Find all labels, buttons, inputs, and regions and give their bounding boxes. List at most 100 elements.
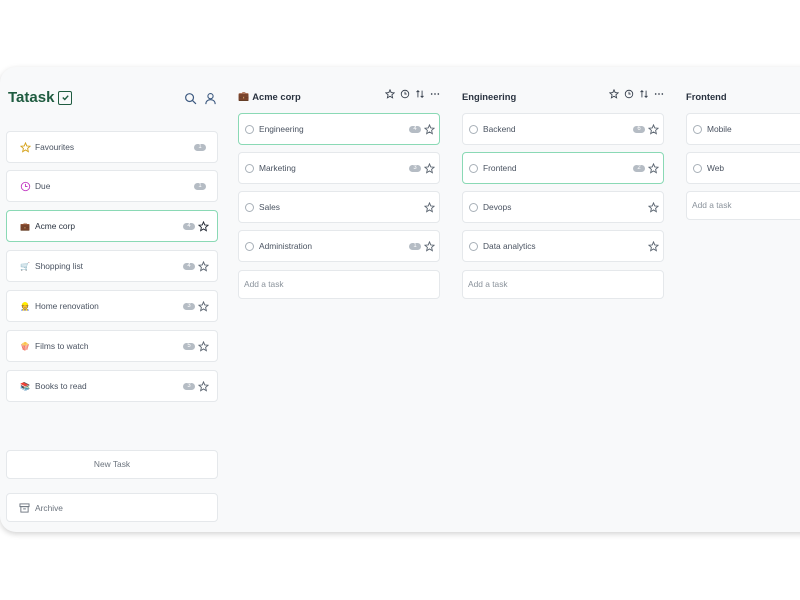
archive-button[interactable]: Archive bbox=[6, 493, 218, 522]
task-item[interactable]: Backend 6 bbox=[462, 113, 664, 145]
count-badge: 3 bbox=[183, 382, 195, 390]
column-title: Frontend bbox=[686, 91, 727, 102]
user-icon[interactable] bbox=[204, 92, 217, 105]
task-label: Devops bbox=[483, 202, 512, 212]
add-task-input[interactable]: Add a task bbox=[686, 191, 800, 220]
star-icon[interactable] bbox=[648, 123, 659, 135]
count-badge: 1 bbox=[409, 242, 421, 250]
task-checkbox[interactable] bbox=[693, 163, 702, 173]
task-label: Administration bbox=[259, 241, 313, 251]
column-title: 💼 Acme corp bbox=[238, 91, 301, 102]
sidebar-item-label: Acme corp bbox=[35, 221, 76, 231]
task-checkbox[interactable] bbox=[245, 124, 254, 134]
count-badge: 5 bbox=[183, 342, 195, 350]
clock-icon[interactable] bbox=[400, 89, 410, 99]
briefcase-emoji-icon: 💼 bbox=[20, 221, 30, 231]
sidebar-item-films-to-watch[interactable]: 🍿 Films to watch 5 bbox=[6, 330, 218, 362]
clock-icon bbox=[19, 180, 31, 192]
checkbox-logo-icon bbox=[58, 90, 73, 105]
task-checkbox[interactable] bbox=[469, 202, 478, 212]
task-item[interactable]: Web bbox=[686, 152, 800, 184]
star-icon[interactable] bbox=[424, 162, 435, 174]
task-item[interactable]: Sales bbox=[238, 191, 440, 223]
app-name: Tatask bbox=[8, 89, 55, 106]
cart-emoji-icon: 🛒 bbox=[20, 261, 30, 271]
task-checkbox[interactable] bbox=[245, 163, 254, 173]
task-item[interactable]: Data analytics bbox=[462, 230, 664, 262]
star-icon[interactable] bbox=[385, 89, 395, 99]
star-icon[interactable] bbox=[198, 380, 209, 392]
task-item[interactable]: Devops bbox=[462, 191, 664, 223]
count-badge: 6 bbox=[633, 125, 645, 133]
clock-icon[interactable] bbox=[624, 89, 634, 99]
books-emoji-icon: 📚 bbox=[20, 381, 30, 391]
briefcase-emoji-icon: 💼 bbox=[238, 91, 250, 101]
task-label: Marketing bbox=[259, 163, 296, 173]
column-title-text: Frontend bbox=[686, 91, 727, 102]
star-outline-icon bbox=[19, 141, 31, 153]
count-badge: 4 bbox=[183, 262, 195, 270]
sidebar-item-label: Due bbox=[35, 181, 51, 191]
task-label: Frontend bbox=[483, 163, 517, 173]
star-icon[interactable] bbox=[648, 201, 659, 213]
column-toolbar bbox=[385, 89, 440, 99]
task-item[interactable]: Engineering 4 bbox=[238, 113, 440, 145]
sidebar-item-books-to-read[interactable]: 📚 Books to read 3 bbox=[6, 370, 218, 402]
sidebar-item-favourites[interactable]: Favourites 1 bbox=[6, 131, 218, 163]
sidebar-item-label: Shopping list bbox=[35, 261, 83, 271]
column-toolbar bbox=[609, 89, 664, 99]
more-icon[interactable] bbox=[654, 89, 664, 99]
sidebar-item-label: Favourites bbox=[35, 142, 75, 152]
task-item[interactable]: Mobile bbox=[686, 113, 800, 145]
task-item[interactable]: Frontend 2 bbox=[462, 152, 664, 184]
sidebar-item-label: Films to watch bbox=[35, 341, 89, 351]
star-icon[interactable] bbox=[424, 123, 435, 135]
task-item[interactable]: Administration 1 bbox=[238, 230, 440, 262]
sidebar-item-label: Home renovation bbox=[35, 301, 99, 311]
star-icon[interactable] bbox=[198, 260, 209, 272]
sort-icon[interactable] bbox=[639, 89, 649, 99]
star-icon[interactable] bbox=[198, 220, 209, 232]
task-checkbox[interactable] bbox=[469, 163, 478, 173]
task-label: Sales bbox=[259, 202, 280, 212]
task-label: Mobile bbox=[707, 124, 732, 134]
task-checkbox[interactable] bbox=[245, 202, 254, 212]
task-label: Data analytics bbox=[483, 241, 536, 251]
worker-emoji-icon: 👷 bbox=[20, 301, 30, 311]
app-window: Tatask Favourites 1 Due 1 💼 Acme corp 4 bbox=[0, 67, 800, 532]
popcorn-emoji-icon: 🍿 bbox=[20, 341, 30, 351]
task-checkbox[interactable] bbox=[469, 124, 478, 134]
column-title-text: Engineering bbox=[462, 91, 517, 102]
search-icon[interactable] bbox=[184, 92, 197, 105]
column-title-text: Acme corp bbox=[252, 91, 301, 102]
star-icon[interactable] bbox=[424, 240, 435, 252]
star-icon[interactable] bbox=[198, 300, 209, 312]
task-label: Engineering bbox=[259, 124, 304, 134]
task-item[interactable]: Marketing 3 bbox=[238, 152, 440, 184]
task-label: Backend bbox=[483, 124, 516, 134]
add-task-input[interactable]: Add a task bbox=[462, 270, 664, 299]
task-checkbox[interactable] bbox=[245, 241, 254, 251]
app-logo[interactable]: Tatask bbox=[8, 89, 73, 106]
sidebar-item-shopping-list[interactable]: 🛒 Shopping list 4 bbox=[6, 250, 218, 282]
star-icon[interactable] bbox=[424, 201, 435, 213]
more-icon[interactable] bbox=[430, 89, 440, 99]
star-icon[interactable] bbox=[648, 240, 659, 252]
add-task-input[interactable]: Add a task bbox=[238, 270, 440, 299]
count-badge: 3 bbox=[183, 302, 195, 310]
archive-label: Archive bbox=[35, 502, 63, 513]
task-checkbox[interactable] bbox=[469, 241, 478, 251]
star-icon[interactable] bbox=[198, 340, 209, 352]
column-title: Engineering bbox=[462, 91, 516, 102]
new-task-button[interactable]: New Task bbox=[6, 450, 218, 479]
sidebar-item-home-renovation[interactable]: 👷 Home renovation 3 bbox=[6, 290, 218, 322]
count-badge: 1 bbox=[194, 143, 206, 151]
star-icon[interactable] bbox=[648, 162, 659, 174]
sidebar-item-acme-corp[interactable]: 💼 Acme corp 4 bbox=[6, 210, 218, 242]
task-label: Web bbox=[707, 163, 725, 173]
task-checkbox[interactable] bbox=[693, 124, 702, 134]
header-actions bbox=[184, 92, 217, 105]
star-icon[interactable] bbox=[609, 89, 619, 99]
sort-icon[interactable] bbox=[415, 89, 425, 99]
sidebar-item-due[interactable]: Due 1 bbox=[6, 170, 218, 202]
